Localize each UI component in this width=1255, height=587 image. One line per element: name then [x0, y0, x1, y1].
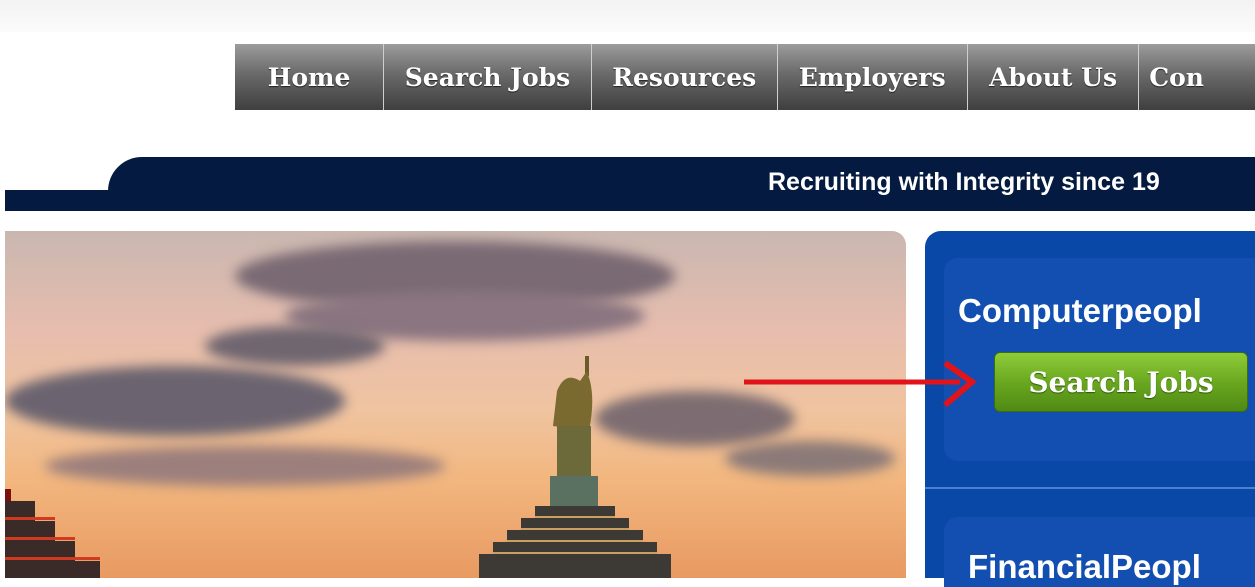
tagline: Recruiting with Integrity since 19 [768, 168, 1160, 196]
nav-resources[interactable]: Resources [591, 44, 778, 110]
nav-contact[interactable]: Con [1139, 44, 1255, 110]
nav-employers[interactable]: Employers [777, 44, 968, 110]
nav-search-jobs[interactable]: Search Jobs [384, 44, 592, 110]
search-jobs-button[interactable]: Search Jobs [994, 352, 1248, 412]
nav-home[interactable]: Home [235, 44, 385, 110]
panel-divider [925, 487, 1255, 489]
nav-about-us[interactable]: About Us [967, 44, 1140, 110]
left-building [5, 489, 100, 578]
financialpeople-title[interactable]: FinancialPeopl [968, 548, 1201, 586]
red-arrow-icon [744, 360, 977, 408]
statue-of-liberty-icon [550, 356, 598, 506]
main-nav: Home Search Jobs Resources Employers Abo… [235, 44, 1255, 110]
computerpeople-title[interactable]: Computerpeopl [958, 292, 1202, 330]
top-strip [0, 0, 1255, 32]
